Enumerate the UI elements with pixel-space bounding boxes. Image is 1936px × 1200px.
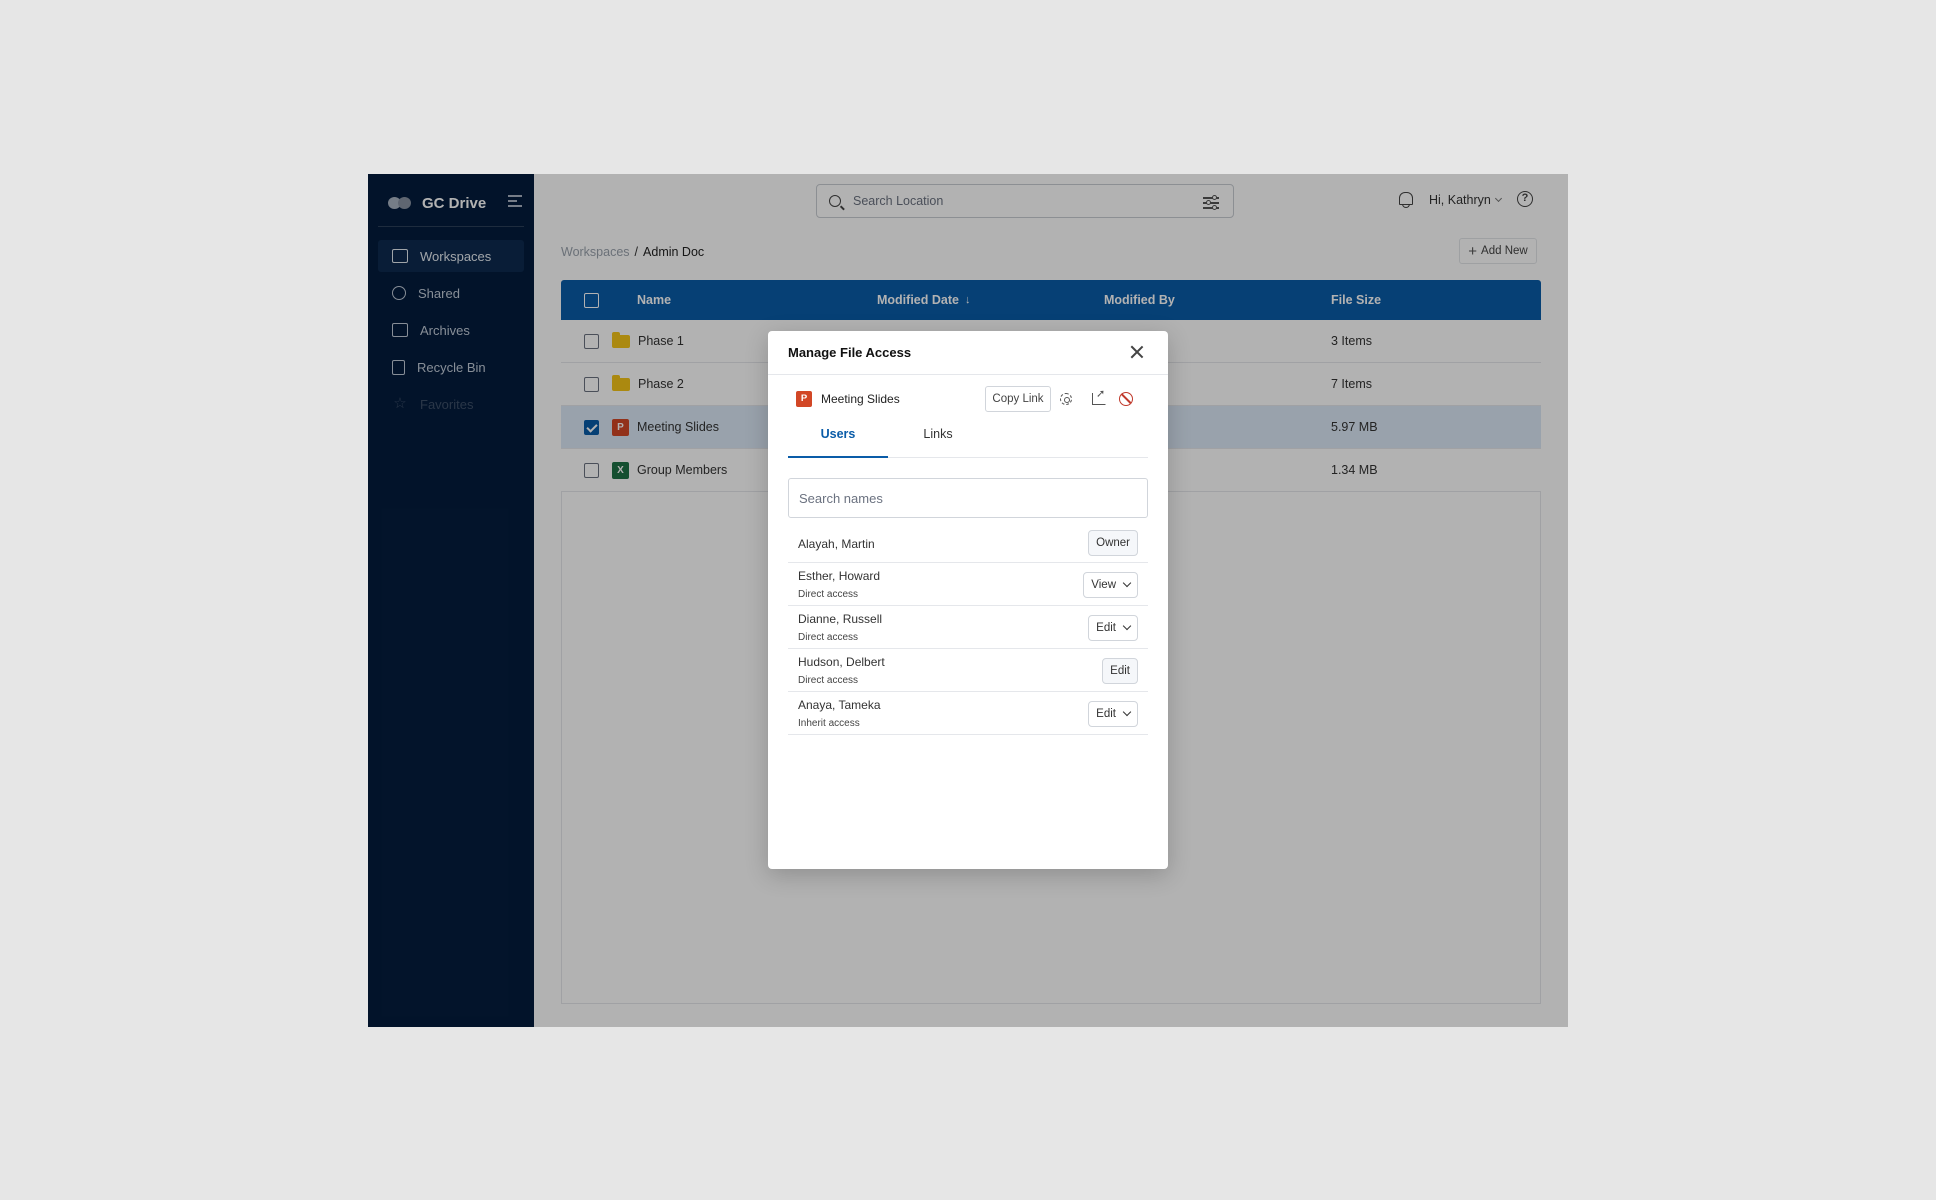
chevron-down-icon [1122, 621, 1132, 631]
dialog-file-name: Meeting Slides [821, 392, 900, 406]
manage-file-access-dialog: Manage File Access P Meeting Slides Copy… [768, 331, 1168, 869]
access-type: Direct access [798, 675, 859, 686]
role-dropdown[interactable]: Edit [1088, 615, 1138, 641]
access-tabs: Users Links [788, 424, 1148, 458]
chevron-down-icon [1122, 707, 1132, 717]
user-name: Hudson, Delbert [798, 655, 885, 669]
role-value: Edit [1096, 622, 1116, 634]
access-type: Direct access [798, 632, 859, 643]
user-row: Hudson, Delbert Direct access Edit [788, 649, 1148, 692]
settings-button[interactable] [1055, 388, 1077, 410]
role-dropdown[interactable]: Edit [1088, 701, 1138, 727]
user-name: Alayah, Martin [798, 537, 875, 551]
close-icon[interactable] [1130, 345, 1144, 359]
powerpoint-file-icon: P [796, 391, 812, 407]
role-dropdown[interactable]: View [1083, 572, 1138, 598]
user-row: Esther, Howard Direct access View [788, 563, 1148, 606]
dialog-file-info: P Meeting Slides [796, 391, 900, 407]
role-value: Edit [1096, 708, 1116, 720]
block-icon [1119, 392, 1133, 406]
share-icon [1092, 387, 1106, 405]
role-value: View [1091, 579, 1116, 591]
user-row: Anaya, Tameka Inherit access Edit [788, 692, 1148, 735]
user-name: Esther, Howard [798, 569, 881, 583]
search-names-input[interactable] [788, 478, 1148, 518]
share-button[interactable] [1088, 387, 1110, 410]
dialog-divider [768, 374, 1168, 375]
revoke-access-button[interactable] [1115, 388, 1137, 410]
user-name: Anaya, Tameka [798, 698, 881, 712]
user-row: Dianne, Russell Direct access Edit [788, 606, 1148, 649]
role-badge-owner: Owner [1088, 530, 1138, 556]
chevron-down-icon [1122, 578, 1132, 588]
role-badge: Edit [1102, 658, 1138, 684]
tab-users[interactable]: Users [788, 424, 888, 458]
gear-icon [1060, 393, 1072, 405]
user-row: Alayah, Martin Owner [788, 528, 1148, 563]
dialog-title: Manage File Access [788, 345, 912, 360]
user-name: Dianne, Russell [798, 612, 883, 626]
access-type: Inherit access [798, 718, 860, 729]
copy-link-button[interactable]: Copy Link [985, 386, 1051, 412]
tab-links[interactable]: Links [888, 424, 988, 458]
access-type: Direct access [798, 589, 859, 600]
